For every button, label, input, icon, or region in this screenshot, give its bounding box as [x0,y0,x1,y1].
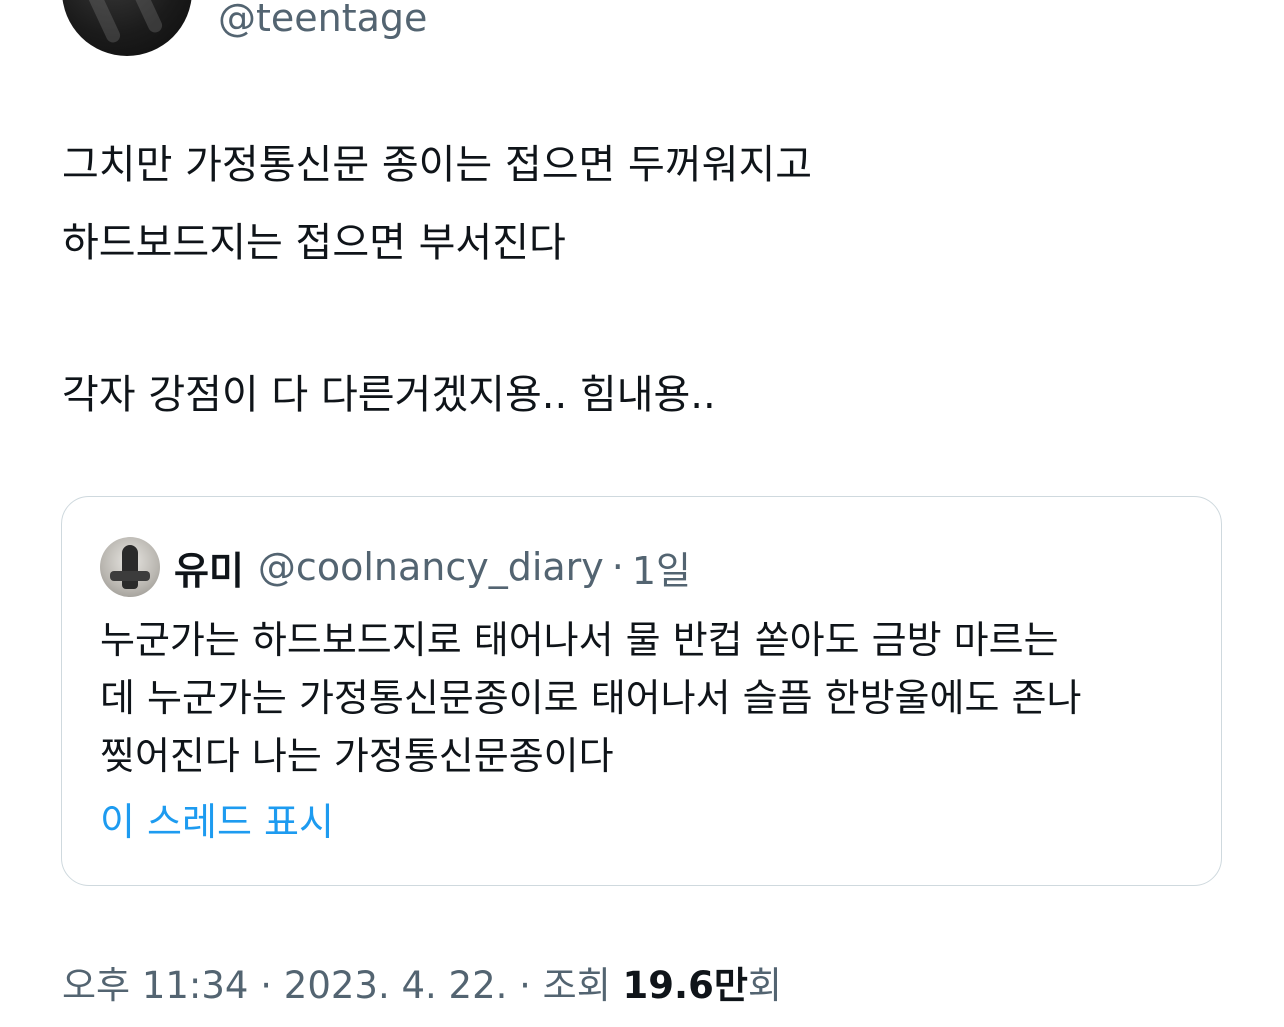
quoted-author-name[interactable]: 유미 [174,540,244,595]
quoted-tweet-header: 유미 @coolnancy_diary · 1일 [100,537,691,597]
tweet-line: 하드보드지는 접으면 부서진다 [62,220,566,266]
show-thread-link[interactable]: 이 스레드 표시 [100,795,334,849]
quoted-tweet-card[interactable]: 유미 @coolnancy_diary · 1일 누군가는 하드보드지로 태어나… [61,496,1222,886]
tweet-text: 그치만 가정통신문 종이는 접으면 두꺼워지고 하드보드지는 접으면 부서진다 … [62,126,1222,434]
quoted-tweet-time[interactable]: 1일 [632,540,691,595]
tweet-line: 그치만 가정통신문 종이는 접으면 두꺼워지고 [62,142,813,188]
quoted-author-avatar[interactable] [100,537,160,597]
quoted-tweet-line: 찢어진다 나는 가정통신문종이다 [100,734,614,778]
views-suffix: 회 [747,964,782,1007]
tweet-date[interactable]: 2023. 4. 22. [284,964,508,1007]
author-handle[interactable]: @teentage [218,0,427,42]
quoted-tweet-line: 데 누군가는 가정통신문종이로 태어나서 슬픔 한방울에도 존나 [100,676,1082,720]
meta-separator: · [519,964,531,1007]
quoted-tweet-text: 누군가는 하드보드지로 태어나서 물 반컵 쏟아도 금방 마르는 데 누군가는 … [100,611,1200,785]
author-avatar[interactable] [62,0,192,56]
views-count: 19.6만 [622,964,748,1007]
meta-separator: · [260,964,273,1007]
tweet-metadata: 오후 11:34 · 2023. 4. 22. · 조회 19.6만회 [62,958,782,1014]
header-separator: · [611,545,624,589]
quoted-author-handle[interactable]: @coolnancy_diary [258,545,604,589]
views-label: 조회 [542,964,611,1007]
tweet-line: 각자 강점이 다 다른거겠지용.. 힘내용.. [62,372,716,418]
tweet-time[interactable]: 오후 11:34 [62,964,248,1007]
quoted-tweet-line: 누군가는 하드보드지로 태어나서 물 반컵 쏟아도 금방 마르는 [100,618,1059,662]
